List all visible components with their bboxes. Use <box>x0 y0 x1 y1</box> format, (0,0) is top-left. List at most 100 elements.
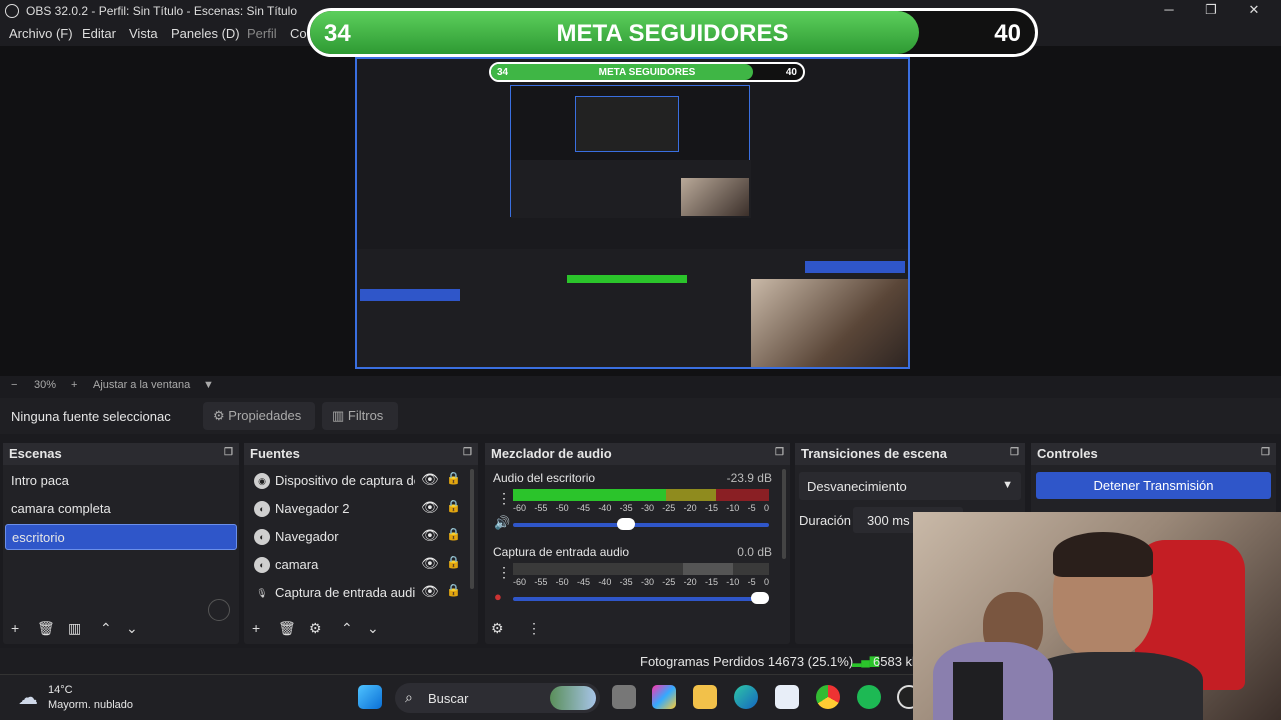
goal-target: 40 <box>994 20 1021 47</box>
up-icon[interactable]: ⌃ <box>341 620 353 637</box>
source-row[interactable]: ◐ camara 👁 🔒 <box>250 555 468 577</box>
stop-stream-button[interactable]: Detener Transmisión <box>1036 472 1271 499</box>
source-row[interactable]: ◐ Navegador 👁 🔒 <box>250 527 468 549</box>
browser-icon: ◐ <box>254 501 270 517</box>
down-icon[interactable]: ⌄ <box>367 620 379 637</box>
lock-icon[interactable]: 🔒 <box>446 471 461 485</box>
zoom-level: 30% <box>34 379 57 391</box>
audio-meter <box>513 563 769 575</box>
zoom-bar: − 30% + Ajustar a la ventana ▼ <box>0 376 1281 394</box>
gear-icon[interactable]: ⚙ <box>309 620 322 637</box>
kebab-menu-icon[interactable]: ⋮ <box>527 620 541 637</box>
nested-preview <box>510 85 751 218</box>
microphone-icon: 🎙 <box>256 588 268 598</box>
fit-window-button[interactable]: Ajustar a la ventana <box>93 379 190 391</box>
browser-icon: ◐ <box>254 557 270 573</box>
source-row[interactable]: 🎙 Captura de entrada audio 👁 🔒 <box>250 583 468 605</box>
volume-slider[interactable] <box>513 592 769 604</box>
scrollbar[interactable] <box>470 469 474 589</box>
store-icon[interactable] <box>775 685 799 709</box>
sources-footer: + 🗑 ⚙ ⌃ ⌄ <box>244 614 478 644</box>
undock-icon[interactable]: ❐ <box>1010 447 1019 458</box>
kebab-menu-icon[interactable]: ⋮ <box>497 490 511 507</box>
undock-icon[interactable]: ❐ <box>463 447 472 458</box>
file-explorer-icon[interactable] <box>693 685 717 709</box>
audio-meter <box>513 489 769 501</box>
eye-icon[interactable]: 👁 <box>421 471 439 488</box>
mixer-footer: ⚙ ⋮ <box>485 614 790 644</box>
lock-icon[interactable]: 🔒 <box>446 583 461 597</box>
undock-icon[interactable]: ❐ <box>775 447 784 458</box>
scene-item-selected[interactable]: escritorio <box>5 524 237 550</box>
filter-icon[interactable]: ▥ <box>68 620 81 637</box>
duration-label: Duración <box>799 513 852 528</box>
lock-icon[interactable]: 🔒 <box>446 527 461 541</box>
streamer-hair <box>1053 532 1153 577</box>
scenes-footer: + 🗑 ▥ ⌃ ⌄ <box>3 614 239 644</box>
maximize-icon[interactable]: ❐ <box>1197 2 1225 18</box>
chrome-icon[interactable] <box>816 685 840 709</box>
scenes-dock: Escenas ❐ Intro paca camara completa escr… <box>3 443 239 644</box>
menu-vista[interactable]: Vista <box>129 26 158 41</box>
menu-archivo[interactable]: Archivo (F) <box>9 26 73 41</box>
source-row[interactable]: ◉ Dispositivo de captura de 👁 🔒 <box>250 471 468 493</box>
source-toolbar: Ninguna fuente seleccionac ⚙ Propiedades… <box>0 398 1281 434</box>
down-icon[interactable]: ⌄ <box>126 620 138 637</box>
zoom-in-button[interactable]: + <box>71 379 77 391</box>
taskbar-search[interactable]: ⌕ Buscar <box>395 683 600 713</box>
lock-icon[interactable]: 🔒 <box>446 499 461 513</box>
close-icon[interactable]: ✕ <box>1240 2 1268 18</box>
minimize-icon[interactable]: ─ <box>1155 2 1183 17</box>
menu-perfil[interactable]: Perfil <box>247 26 277 41</box>
scenes-header: Escenas ❐ <box>3 443 239 465</box>
eye-icon[interactable]: 👁 <box>421 583 439 600</box>
properties-button[interactable]: ⚙ Propiedades <box>203 402 315 430</box>
filter-icon: ▥ <box>332 408 345 423</box>
menu-editar[interactable]: Editar <box>82 26 116 41</box>
scrollbar[interactable] <box>782 469 786 559</box>
camera-icon: ◉ <box>254 473 270 489</box>
edge-icon[interactable] <box>734 685 758 709</box>
follower-goal-overlay: 34 META SEGUIDORES 40 <box>307 8 1038 57</box>
lock-icon[interactable]: 🔒 <box>446 555 461 569</box>
trash-icon[interactable]: 🗑 <box>37 620 55 637</box>
window-title: OBS 32.0.2 - Perfil: Sin Título - Escena… <box>26 4 298 18</box>
scene-item[interactable]: Intro paca <box>5 468 237 494</box>
undock-icon[interactable]: ❐ <box>224 447 233 458</box>
eye-icon[interactable]: 👁 <box>421 555 439 572</box>
menu-paneles[interactable]: Paneles (D) <box>171 26 240 41</box>
menu-co[interactable]: Co <box>290 26 307 41</box>
scene-item[interactable]: camara completa <box>5 496 237 522</box>
source-row[interactable]: ◐ Navegador 2 👁 🔒 <box>250 499 468 521</box>
mic-muted-icon[interactable]: ● <box>494 589 502 604</box>
windows-start-icon[interactable] <box>358 685 382 709</box>
channel-name: Captura de entrada audio <box>493 545 630 559</box>
mixer-header: Mezclador de audio ❐ <box>485 443 790 465</box>
task-view-icon[interactable] <box>612 685 636 709</box>
eye-icon[interactable]: 👁 <box>421 527 439 544</box>
speaker-icon[interactable]: 🔊 <box>494 515 510 531</box>
spotify-icon[interactable] <box>857 685 881 709</box>
eye-icon[interactable]: 👁 <box>421 499 439 516</box>
copilot-icon[interactable] <box>652 685 676 709</box>
transition-select[interactable]: Desvanecimiento ▼ <box>799 472 1021 500</box>
slider-knob[interactable] <box>751 592 769 604</box>
add-icon[interactable]: + <box>11 620 19 636</box>
slider-knob[interactable] <box>617 518 635 530</box>
microphone-arm <box>953 662 1003 720</box>
zoom-out-button[interactable]: − <box>11 379 17 391</box>
channel-name: Audio del escritorio <box>493 471 596 485</box>
browser-icon: ◐ <box>254 529 270 545</box>
volume-slider[interactable] <box>513 518 769 530</box>
stream-preview[interactable]: 34 META SEGUIDORES 40 <box>355 57 910 369</box>
goal-label: META SEGUIDORES <box>556 20 789 47</box>
up-icon[interactable]: ⌃ <box>100 620 112 637</box>
meter-ticks: -60 -55 -50 -45 -40 -35 -30 -25 -20 -15 -10 -5 0 <box>513 503 769 513</box>
chevron-down-icon[interactable]: ▼ <box>203 379 214 391</box>
undock-icon[interactable]: ❐ <box>1261 447 1270 458</box>
add-icon[interactable]: + <box>252 620 260 636</box>
filters-button[interactable]: ▥ Filtros <box>322 402 398 430</box>
advanced-audio-icon[interactable]: ⚙ <box>491 620 504 637</box>
kebab-menu-icon[interactable]: ⋮ <box>497 564 511 581</box>
trash-icon[interactable]: 🗑 <box>278 620 296 637</box>
